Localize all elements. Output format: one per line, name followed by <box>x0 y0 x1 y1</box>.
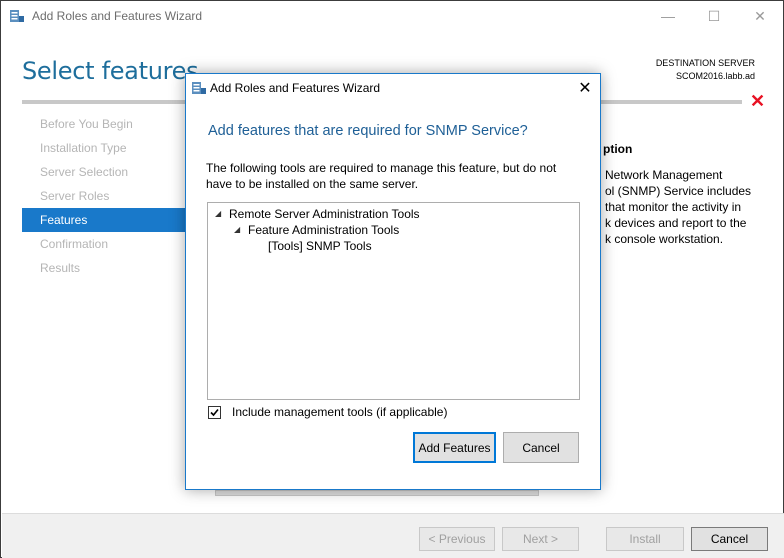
tree-item-label: Remote Server Administration Tools <box>229 207 420 221</box>
server-manager-app-icon <box>191 80 207 96</box>
expand-arrow-icon[interactable]: ◢ <box>234 222 244 238</box>
description-line: k devices and report to the <box>605 216 747 230</box>
destination-label: DESTINATION SERVER <box>655 58 755 68</box>
tree-item-snmp-tools[interactable]: [Tools] SNMP Tools <box>268 238 372 254</box>
tree-item-feature-admin-tools[interactable]: ◢ Feature Administration Tools <box>234 222 399 238</box>
dialog-close-button[interactable]: ✕ <box>574 77 596 99</box>
minimize-icon: — <box>661 8 675 24</box>
dialog-heading: Add features that are required for SNMP … <box>208 123 528 139</box>
checkmark-icon <box>210 408 219 416</box>
wizard-footer: < Previous Next > Install Cancel <box>2 513 784 558</box>
nav-item-features[interactable]: Features <box>22 208 187 232</box>
window-titlebar[interactable]: Add Roles and Features Wizard — ☐ ✕ <box>1 1 783 31</box>
dialog-cancel-button[interactable]: Cancel <box>503 432 579 463</box>
expand-arrow-icon[interactable]: ◢ <box>215 206 225 222</box>
dialog-body-line: have to be installed on the same server. <box>206 177 419 191</box>
dialog-title: Add Roles and Features Wizard <box>210 81 381 95</box>
install-button[interactable]: Install <box>606 527 684 551</box>
destination-server-info: DESTINATION SERVER SCOM2016.labb.ad <box>656 57 755 83</box>
server-manager-app-icon <box>9 8 25 24</box>
description-line: k console workstation. <box>605 232 724 246</box>
include-management-tools-option[interactable]: Include management tools (if applicable) <box>208 405 447 419</box>
window-title: Add Roles and Features Wizard <box>32 9 203 23</box>
maximize-button[interactable]: ☐ <box>691 1 737 31</box>
close-icon: ✕ <box>578 80 592 97</box>
error-icon[interactable]: ✕ <box>750 92 765 110</box>
next-button[interactable]: Next > <box>502 527 579 551</box>
include-management-tools-label: Include management tools (if applicable) <box>232 405 448 419</box>
add-features-button[interactable]: Add Features <box>413 432 496 463</box>
dialog-body-text: The following tools are required to mana… <box>206 160 581 192</box>
include-management-tools-checkbox[interactable] <box>208 405 221 419</box>
wizard-nav: Before You Begin Installation Type Serve… <box>22 112 187 280</box>
description-title: ption <box>603 142 633 156</box>
description-line: Network Management <box>605 168 723 182</box>
tree-item-label: Feature Administration Tools <box>248 223 400 237</box>
nav-item-results: Results <box>40 261 81 275</box>
nav-item-server-roles: Server Roles <box>40 189 110 203</box>
close-icon: ✕ <box>754 7 766 24</box>
description-text: Network Management ol (SNMP) Service inc… <box>605 167 755 247</box>
cancel-button[interactable]: Cancel <box>691 527 768 551</box>
nav-item-confirmation: Confirmation <box>40 237 109 251</box>
dialog-titlebar[interactable]: Add Roles and Features Wizard ✕ <box>186 74 600 101</box>
previous-button[interactable]: < Previous <box>419 527 495 551</box>
required-tools-tree[interactable]: ◢ Remote Server Administration Tools ◢ F… <box>207 202 580 400</box>
close-button[interactable]: ✕ <box>737 1 783 31</box>
destination-server-name: SCOM2016.labb.ad <box>675 71 755 81</box>
page-title: Select features <box>22 57 199 85</box>
nav-item-before-you-begin: Before You Begin <box>40 117 133 131</box>
maximize-icon: ☐ <box>707 7 721 24</box>
required-features-dialog: Add Roles and Features Wizard ✕ Add feat… <box>185 73 601 490</box>
nav-item-server-selection: Server Selection <box>40 165 129 179</box>
description-line: ol (SNMP) Service includes <box>605 184 752 198</box>
features-list-scrollbar[interactable] <box>215 490 539 496</box>
nav-item-installation-type: Installation Type <box>40 141 127 155</box>
dialog-body-line: The following tools are required to mana… <box>206 161 557 175</box>
tree-item-label: [Tools] SNMP Tools <box>268 239 372 253</box>
minimize-button[interactable]: — <box>645 1 691 31</box>
description-line: that monitor the activity in <box>605 200 742 214</box>
tree-item-remote-server-admin-tools[interactable]: ◢ Remote Server Administration Tools <box>215 206 420 222</box>
